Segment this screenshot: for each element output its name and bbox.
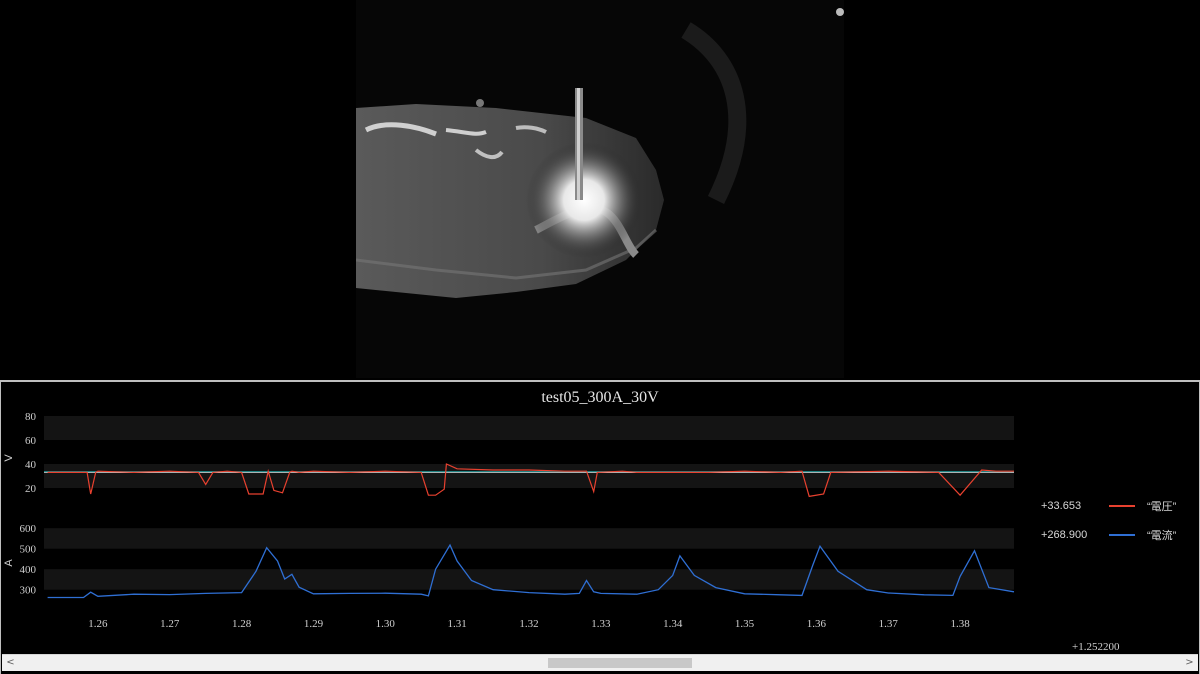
voltage-axis-label: V [3,454,15,462]
scroll-left-arrow-icon[interactable]: < [2,655,19,671]
legend-current-swatch [1109,534,1135,536]
x-tick-label: 1.26 [88,618,108,630]
legend-item-voltage: +33.653 “電圧” [1041,498,1176,514]
voltage-band [44,416,1014,440]
x-tick-label: 1.27 [160,618,180,630]
x-offset-label: +1.252200 [1072,641,1120,653]
current-band [44,528,1014,549]
time-x-axis: 1.26 1.27 1.28 1.29 1.30 1.31 1.32 1.33 1.34 1.35… [88,618,970,630]
plot-background-bands [44,416,1014,590]
x-tick-label: 1.30 [376,618,396,630]
x-tick-label: 1.37 [879,618,899,630]
x-tick-label: 1.32 [519,618,538,630]
current-tick-label: 500 [20,544,37,556]
x-tick-label: 1.28 [232,618,252,630]
legend-voltage-value: +33.653 [1041,500,1082,512]
legend-item-current: +268.900 “電流” [1041,527,1176,543]
x-tick-label: 1.29 [304,618,324,630]
x-tick-label: 1.34 [663,618,683,630]
voltage-tick-label: 60 [25,435,37,447]
current-band [44,569,1014,590]
x-tick-label: 1.31 [448,618,467,630]
voltage-tick-label: 80 [25,411,37,423]
legend-current-value: +268.900 [1041,529,1088,541]
app-window: test05_300A_30V 20 40 60 80 V 300 400 500 600 A … [0,0,1200,674]
x-tick-label: 1.33 [591,618,611,630]
current-tick-label: 600 [20,523,37,535]
scrollbar-thumb[interactable] [548,658,692,668]
voltage-tick-label: 40 [25,459,37,471]
horizontal-scrollbar[interactable]: < > [2,654,1198,671]
x-tick-label: 1.36 [807,618,827,630]
current-tick-label: 300 [20,585,37,597]
x-tick-label: 1.38 [950,618,970,630]
voltage-y-axis: 20 40 60 80 V [3,411,37,495]
scroll-right-arrow-icon[interactable]: > [1181,655,1198,671]
legend-voltage-swatch [1109,505,1135,507]
legend-voltage-name: “電圧” [1147,501,1177,513]
current-axis-label: A [3,559,15,567]
voltage-band [44,464,1014,488]
current-y-axis: 300 400 500 600 A [3,523,37,597]
x-tick-label: 1.35 [735,618,755,630]
legend-current-name: “電流” [1147,530,1177,542]
current-tick-label: 400 [20,564,37,576]
waveform-chart: 20 40 60 80 V 300 400 500 600 A 1.26 1.27 1.28 1.29… [3,411,1015,630]
voltage-tick-label: 20 [25,483,37,495]
